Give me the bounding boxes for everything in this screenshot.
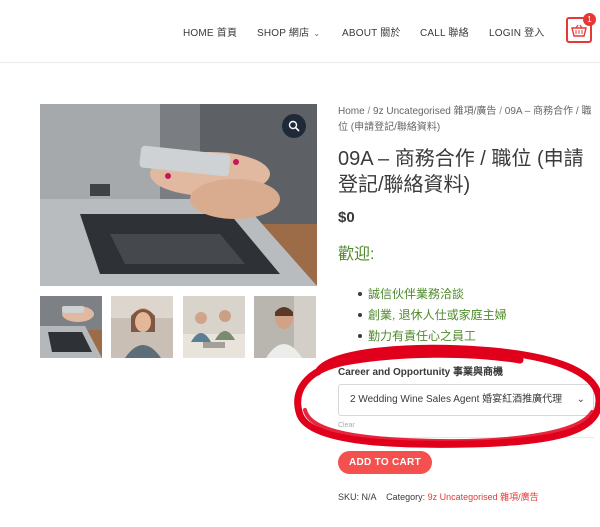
nav-home[interactable]: HOME 首頁: [183, 24, 237, 39]
sku-label: SKU:: [338, 492, 360, 502]
category-label: Category:: [386, 492, 426, 502]
site-header: HOME 首頁 SHOP 網店 ⌄ ABOUT 關於 CALL 聯絡 LOGIN …: [0, 0, 600, 63]
breadcrumb-home[interactable]: Home: [338, 106, 365, 117]
thumbnail-3[interactable]: [183, 296, 245, 358]
feature-list: 誠信伙伴業務洽談 創業, 退休人仕或家庭主婦 勤力有責任心之員工: [358, 286, 507, 349]
cart-count-badge: 1: [583, 13, 596, 26]
category-link[interactable]: 9z Uncategorised 雜項/廣告: [428, 492, 539, 502]
thumbnail-4[interactable]: [254, 296, 316, 358]
product-main-image[interactable]: [40, 104, 317, 286]
chevron-down-icon: ⌄: [313, 29, 321, 38]
list-item: 創業, 退休人仕或家庭主婦: [358, 307, 507, 328]
product-title: 09A – 商務合作 / 職位 (申請登記/聯絡資料): [338, 148, 584, 196]
list-item: 誠信伙伴業務洽談: [358, 286, 507, 307]
option-select[interactable]: 2 Wedding Wine Sales Agent 婚宴紅酒推廣代理 ⌄: [338, 384, 594, 416]
nav-shop-label: SHOP 網店: [257, 28, 310, 39]
nav-about[interactable]: ABOUT 關於: [342, 24, 401, 39]
add-to-cart-button[interactable]: ADD TO CART: [338, 451, 432, 474]
chevron-down-icon: ⌄: [572, 385, 585, 415]
nav-login[interactable]: LOGIN 登入: [489, 24, 545, 39]
magnifier-icon: [288, 120, 300, 132]
thumbnail-2[interactable]: [111, 296, 173, 358]
nav-shop[interactable]: SHOP 網店 ⌄: [257, 24, 320, 39]
product-meta: SKU: N/A Category: 9z Uncategorised 雜項/廣…: [338, 490, 539, 503]
product-price: $0: [338, 209, 355, 226]
thumbnail-1[interactable]: [40, 296, 102, 358]
list-item: 勤力有責任心之員工: [358, 328, 507, 349]
sku-value: N/A: [361, 492, 377, 502]
option-selected-value: 2 Wedding Wine Sales Agent 婚宴紅酒推廣代理: [350, 394, 563, 405]
breadcrumb-category[interactable]: 9z Uncategorised 雜項/廣告: [373, 106, 496, 117]
option-label: Career and Opportunity 事業與商機: [338, 367, 504, 378]
welcome-text: 歡迎:: [338, 246, 375, 263]
nav-call[interactable]: CALL 聯絡: [420, 24, 469, 39]
divider: [338, 437, 594, 438]
clear-selection-link[interactable]: Clear: [338, 422, 355, 429]
breadcrumb: Home / 9z Uncategorised 雜項/廣告 / 09A – 商務…: [338, 104, 594, 136]
zoom-button[interactable]: [282, 114, 306, 138]
basket-icon: [571, 24, 587, 37]
